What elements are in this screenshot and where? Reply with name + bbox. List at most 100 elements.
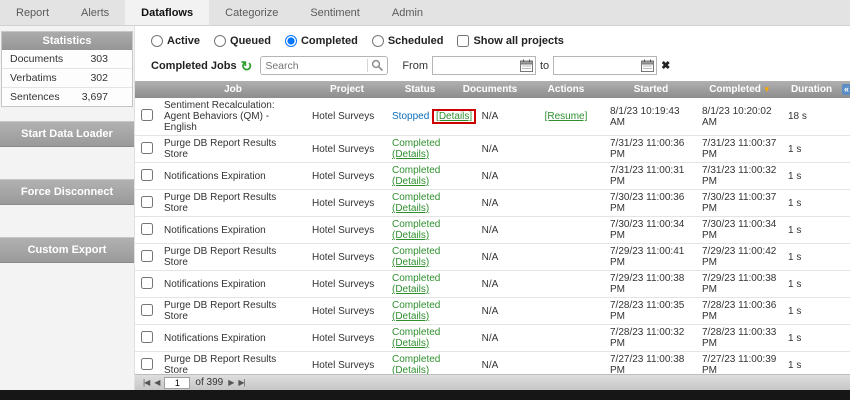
page-input[interactable] <box>164 377 190 389</box>
radio-label: Active <box>167 35 200 47</box>
from-calendar-icon[interactable] <box>520 59 533 72</box>
show-all-projects-filter[interactable]: Show all projects <box>457 35 563 47</box>
completed-cell: 7/29/23 11:00:42 PM <box>697 244 783 271</box>
row-checkbox[interactable] <box>141 109 153 121</box>
row-checkbox[interactable] <box>141 331 153 343</box>
stat-label: Sentences <box>10 91 60 103</box>
row-checkbox[interactable] <box>141 196 153 208</box>
documents-cell: N/A <box>453 352 527 375</box>
row-checkbox-cell <box>135 271 159 298</box>
row-checkbox[interactable] <box>141 169 153 181</box>
from-date-box <box>432 56 536 75</box>
resume-link[interactable]: [Resume] <box>545 111 588 122</box>
completed-cell: 7/31/23 11:00:32 PM <box>697 163 783 190</box>
show-all-projects-checkbox[interactable] <box>457 35 469 47</box>
tab-categorize[interactable]: Categorize <box>209 0 294 25</box>
status-text: Completed <box>392 354 440 365</box>
actions-cell <box>527 352 605 375</box>
tab-report[interactable]: Report <box>0 0 65 25</box>
status-cell: Completed(Details) <box>387 271 453 298</box>
filter-radio-active[interactable]: Active <box>151 35 200 47</box>
to-calendar-icon[interactable] <box>641 59 654 72</box>
started-cell: 7/31/23 11:00:36 PM <box>605 136 697 163</box>
row-end-cell <box>840 244 850 271</box>
radio-input-queued[interactable] <box>214 35 226 47</box>
tab-sentiment[interactable]: Sentiment <box>294 0 376 25</box>
duration-cell: 1 s <box>783 217 840 244</box>
row-checkbox-cell <box>135 217 159 244</box>
column-header-started[interactable]: Started <box>605 81 697 98</box>
start-data-loader-button[interactable]: Start Data Loader <box>0 121 134 147</box>
radio-label: Queued <box>230 35 271 47</box>
next-page-button[interactable]: ▶ <box>228 378 233 387</box>
row-checkbox[interactable] <box>141 142 153 154</box>
force-disconnect-button[interactable]: Force Disconnect <box>0 179 134 205</box>
radio-label: Scheduled <box>388 35 444 47</box>
clear-dates-icon[interactable]: ✖ <box>661 59 670 72</box>
column-header-actions[interactable]: Actions <box>527 81 605 98</box>
status-cell: Stopped [Details] <box>387 98 453 136</box>
to-date-input[interactable] <box>554 58 641 73</box>
details-link[interactable]: (Details) <box>392 311 429 322</box>
column-header-duration[interactable]: Duration <box>783 81 840 98</box>
row-end-cell <box>840 190 850 217</box>
first-page-button[interactable]: |◀ <box>143 378 149 387</box>
filter-radio-queued[interactable]: Queued <box>214 35 271 47</box>
details-link[interactable]: (Details) <box>392 149 429 160</box>
details-link[interactable]: (Details) <box>392 284 429 295</box>
filter-radio-completed[interactable]: Completed <box>285 35 358 47</box>
refresh-icon[interactable]: ↻ <box>241 59 253 73</box>
job-row: Purge DB Report Results StoreHotel Surve… <box>135 298 850 325</box>
row-checkbox[interactable] <box>141 304 153 316</box>
column-header-project[interactable]: Project <box>307 81 387 98</box>
details-link[interactable]: (Details) <box>392 365 429 374</box>
column-header-job[interactable]: Job <box>159 81 307 98</box>
collapse-columns-icon[interactable]: « <box>842 84 850 95</box>
documents-cell: N/A <box>453 163 527 190</box>
details-link[interactable]: [Details] <box>436 111 472 122</box>
actions-cell <box>527 217 605 244</box>
sort-desc-icon: ▼ <box>763 85 771 94</box>
search-input[interactable] <box>261 58 367 73</box>
radio-input-active[interactable] <box>151 35 163 47</box>
job-name-cell: Notifications Expiration <box>159 163 307 190</box>
radio-input-completed[interactable] <box>285 35 297 47</box>
last-page-button[interactable]: ▶| <box>238 378 244 387</box>
stat-value: 303 <box>90 53 124 65</box>
completed-cell: 7/28/23 11:00:36 PM <box>697 298 783 325</box>
tab-admin[interactable]: Admin <box>376 0 439 25</box>
started-cell: 7/30/23 11:00:34 PM <box>605 217 697 244</box>
details-link[interactable]: (Details) <box>392 338 429 349</box>
row-checkbox[interactable] <box>141 277 153 289</box>
row-checkbox[interactable] <box>141 358 153 370</box>
job-filter-row: Active Queued Completed Scheduled Show all … <box>135 26 850 47</box>
details-link[interactable]: (Details) <box>392 176 429 187</box>
row-end-cell <box>840 98 850 136</box>
status-radio-group: Active Queued Completed Scheduled <box>151 35 443 47</box>
custom-export-button[interactable]: Custom Export <box>0 237 134 263</box>
actions-cell <box>527 298 605 325</box>
column-header-status[interactable]: Status <box>387 81 453 98</box>
completed-cell: 7/30/23 11:00:37 PM <box>697 190 783 217</box>
started-cell: 7/28/23 11:00:35 PM <box>605 298 697 325</box>
row-checkbox-cell <box>135 325 159 352</box>
from-date-input[interactable] <box>433 58 520 73</box>
status-text: Completed <box>392 246 440 257</box>
filter-radio-scheduled[interactable]: Scheduled <box>372 35 444 47</box>
prev-page-button[interactable]: ◀ <box>154 378 159 387</box>
project-cell: Hotel Surveys <box>307 352 387 375</box>
tab-alerts[interactable]: Alerts <box>65 0 125 25</box>
details-link[interactable]: (Details) <box>392 257 429 268</box>
details-link[interactable]: (Details) <box>392 230 429 241</box>
started-cell: 7/29/23 11:00:41 PM <box>605 244 697 271</box>
column-header-completed[interactable]: Completed▼ <box>697 81 783 98</box>
details-link[interactable]: (Details) <box>392 203 429 214</box>
row-checkbox[interactable] <box>141 250 153 262</box>
search-icon[interactable] <box>367 59 384 72</box>
column-header-documents[interactable]: Documents <box>453 81 527 98</box>
status-cell: Completed(Details) <box>387 217 453 244</box>
row-checkbox[interactable] <box>141 223 153 235</box>
documents-cell: N/A <box>453 298 527 325</box>
tab-dataflows[interactable]: Dataflows <box>125 0 209 25</box>
radio-input-scheduled[interactable] <box>372 35 384 47</box>
